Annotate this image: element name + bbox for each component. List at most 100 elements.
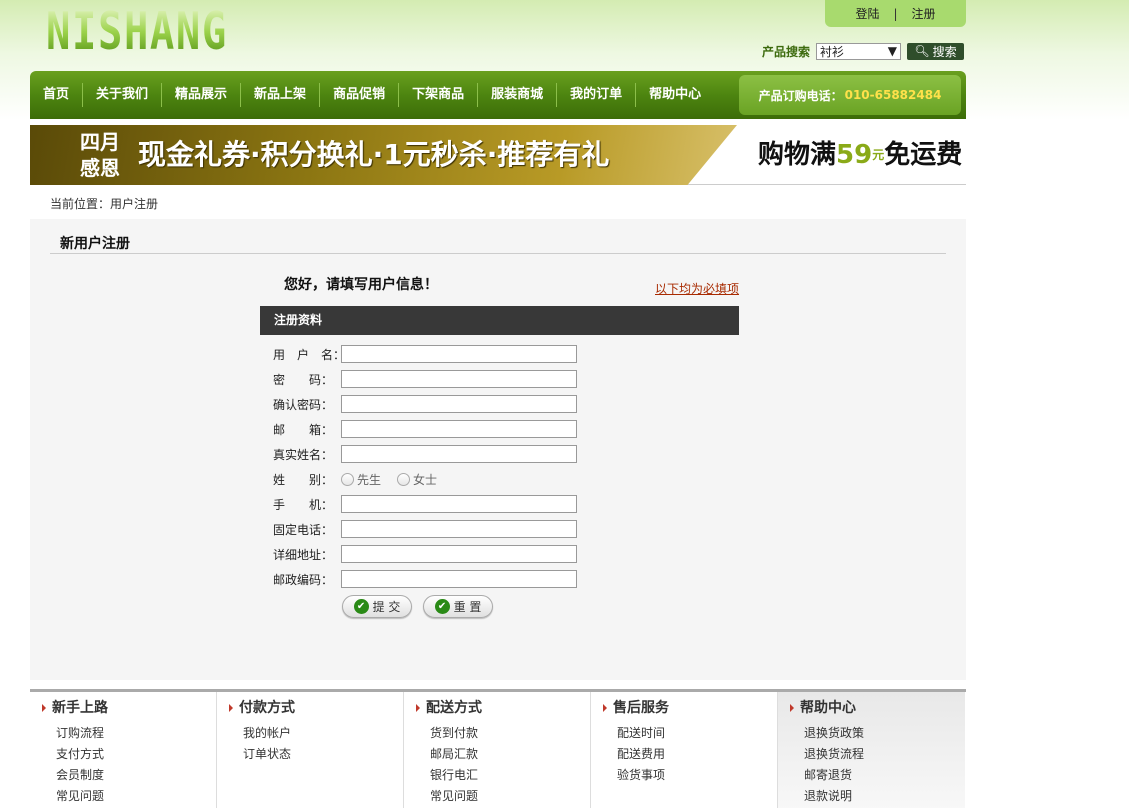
radio-female[interactable]: [397, 472, 411, 486]
nav-item-orders[interactable]: 我的订单: [557, 83, 637, 107]
gender-option-female[interactable]: 女士: [397, 471, 437, 488]
password-input[interactable]: [341, 370, 577, 388]
gender-option-male[interactable]: 先生: [341, 471, 381, 488]
mobile-input[interactable]: [341, 495, 577, 513]
banner-main-text: 现金礼券·积分换礼·1元秒杀·推荐有礼: [138, 138, 610, 171]
nav-item-new-arrivals[interactable]: 新品上架: [241, 83, 321, 107]
breadcrumb: 当前位置：用户注册: [50, 197, 159, 211]
footer-link[interactable]: 货到付款: [404, 723, 590, 744]
landline-input[interactable]: [341, 520, 577, 538]
promo-amount: 59: [836, 140, 873, 170]
footer: 新手上路 订购流程 支付方式 会员制度 常见问题 付款方式 我的帐户 订单状态 …: [30, 689, 966, 808]
search-category-value: 衬衫: [820, 44, 845, 59]
footer-col-title: 新手上路: [30, 698, 216, 718]
nav-item-featured[interactable]: 精品展示: [162, 83, 242, 107]
search-button[interactable]: 🔍︎ 搜索: [907, 42, 965, 60]
mobile-row: 手 机：: [273, 495, 577, 513]
triangle-bullet-icon: [42, 704, 46, 712]
footer-col-title-text: 配送方式: [426, 700, 482, 716]
password-label: 密 码：: [273, 372, 334, 387]
nav-item-help[interactable]: 帮助中心: [636, 83, 714, 107]
footer-col-delivery: 配送方式 货到付款 邮局汇款 银行电汇 常见问题: [404, 692, 591, 808]
separator: |: [893, 6, 898, 21]
search-category-select[interactable]: 衬衫 ▼: [816, 42, 902, 60]
footer-col-title-text: 付款方式: [239, 700, 295, 716]
footer-link[interactable]: 订单状态: [217, 744, 403, 765]
username-label: 用 户 名：: [273, 347, 346, 362]
real-name-label: 真实姓名：: [273, 447, 334, 462]
footer-link[interactable]: 验货事项: [591, 765, 777, 786]
footer-link[interactable]: 常见问题: [30, 786, 216, 807]
footer-col-items: 订购流程 支付方式 会员制度 常见问题: [30, 723, 216, 807]
banner-badge-line2: 感恩: [80, 156, 120, 180]
footer-link[interactable]: 支付方式: [30, 744, 216, 765]
footer-link[interactable]: 配送时间: [591, 723, 777, 744]
footer-link[interactable]: 订购流程: [30, 723, 216, 744]
postcode-input[interactable]: [341, 570, 577, 588]
footer-link[interactable]: 常见问题: [404, 786, 590, 807]
footer-link[interactable]: 退换货流程: [778, 744, 965, 765]
search-button-label: 搜索: [932, 44, 957, 59]
nav-item-home[interactable]: 首页: [30, 83, 84, 107]
gender-label: 姓 别：: [273, 472, 334, 487]
reset-button[interactable]: ✔ 重 置: [423, 595, 493, 618]
phone-label: 产品订购电话：: [758, 88, 843, 103]
footer-col-title-text: 新手上路: [52, 700, 108, 716]
user-links: 登陆 | 注册: [825, 0, 966, 27]
nav-item-discontinued[interactable]: 下架商品: [399, 83, 479, 107]
promo-banner[interactable]: 四月 感恩 现金礼券·积分换礼·1元秒杀·推荐有礼 购物满59元免运费: [30, 125, 966, 185]
footer-link[interactable]: 邮局汇款: [404, 744, 590, 765]
site-logo[interactable]: NISHANG: [46, 4, 241, 60]
footer-col-aftersales: 售后服务 配送时间 配送费用 验货事项: [591, 692, 778, 808]
real-name-row: 真实姓名：: [273, 445, 577, 463]
footer-col-items: 退换货政策 退换货流程 邮寄退货 退款说明: [778, 723, 965, 807]
footer-link[interactable]: 退款说明: [778, 786, 965, 807]
login-link[interactable]: 登陆: [855, 5, 879, 22]
email-label: 邮 箱：: [273, 422, 334, 437]
banner-free-shipping: 购物满59元免运费: [758, 137, 962, 173]
email-input[interactable]: [341, 420, 577, 438]
address-input[interactable]: [341, 545, 577, 563]
real-name-input[interactable]: [341, 445, 577, 463]
username-input[interactable]: [341, 345, 577, 363]
footer-link[interactable]: 邮寄退货: [778, 765, 965, 786]
page-title: 新用户注册: [60, 236, 130, 252]
footer-link[interactable]: 我的帐户: [217, 723, 403, 744]
phone-number: 010-65882484: [844, 88, 942, 102]
footer-col-help: 帮助中心 退换货政策 退换货流程 邮寄退货 退款说明: [778, 692, 965, 808]
radio-male[interactable]: [341, 472, 354, 486]
footer-link[interactable]: 会员制度: [30, 765, 216, 786]
banner-badge: 四月 感恩: [74, 129, 126, 181]
check-icon: ✔: [434, 599, 450, 614]
footer-link[interactable]: 配送费用: [591, 744, 777, 765]
gender-female-label: 女士: [413, 472, 438, 487]
title-divider: [50, 253, 946, 254]
mobile-label: 手 机：: [273, 497, 334, 512]
gender-radio-group: 先生 女士: [341, 471, 449, 488]
promo-suffix: 免运费: [884, 140, 963, 170]
address-label: 详细地址：: [273, 547, 334, 562]
gender-row: 姓 别： 先生 女士: [273, 470, 449, 488]
footer-col-title: 付款方式: [217, 698, 403, 718]
register-link[interactable]: 注册: [912, 5, 936, 22]
footer-col-items: 货到付款 邮局汇款 银行电汇 常见问题: [404, 723, 590, 807]
footer-col-items: 我的帐户 订单状态: [217, 723, 403, 765]
nav-item-mall[interactable]: 服装商城: [478, 83, 558, 107]
footer-col-items: 配送时间 配送费用 验货事项: [591, 723, 777, 786]
required-note-link[interactable]: 以下均为必填项: [655, 280, 739, 297]
order-phone: 产品订购电话： 010-65882484: [739, 75, 961, 115]
submit-button[interactable]: ✔ 提 交: [342, 595, 412, 618]
form-header: 注册资料: [260, 306, 739, 335]
nav-item-promotions[interactable]: 商品促销: [320, 83, 400, 107]
footer-col-title-text: 帮助中心: [800, 700, 856, 716]
dropdown-arrow-icon: ▼: [887, 44, 898, 58]
confirm-password-label: 确认密码：: [273, 397, 334, 412]
footer-link[interactable]: 退换货政策: [778, 723, 965, 744]
confirm-password-input[interactable]: [341, 395, 577, 413]
landline-label: 固定电话：: [273, 522, 334, 537]
nav-item-about[interactable]: 关于我们: [83, 83, 163, 107]
postcode-label: 邮政编码：: [273, 572, 334, 587]
footer-link[interactable]: 银行电汇: [404, 765, 590, 786]
search-label: 产品搜索: [762, 44, 811, 59]
triangle-bullet-icon: [603, 704, 607, 712]
